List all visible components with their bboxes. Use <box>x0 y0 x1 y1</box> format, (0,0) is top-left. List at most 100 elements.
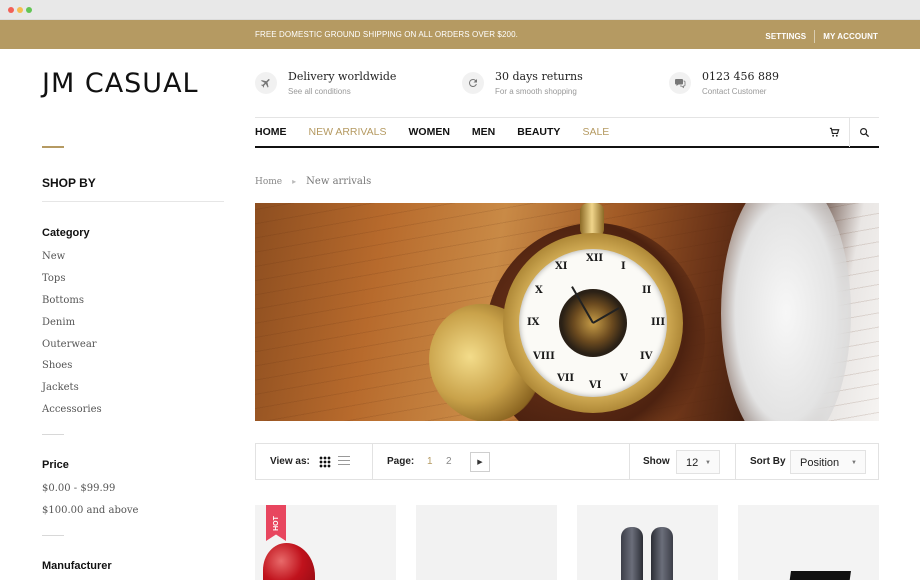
price-list: $0.00 - $99.99 $100.00 and above <box>42 483 138 527</box>
plane-icon <box>255 72 277 94</box>
close-window-dot[interactable] <box>8 7 14 13</box>
category-item-tops[interactable]: Tops <box>42 273 102 295</box>
category-banner-image: XII III VI IX I II IV V VII VIII X XI <box>255 203 879 421</box>
category-item-jackets[interactable]: Jackets <box>42 382 102 404</box>
feature-contact: 0123 456 889 Contact Customer <box>669 70 779 96</box>
product-image <box>416 505 557 580</box>
feature-delivery: Delivery worldwide See all conditions <box>255 70 396 96</box>
watch-numeral: VII <box>557 373 575 384</box>
manufacturer-heading: Manufacturer <box>42 560 112 572</box>
feature-returns: 30 days returns For a smooth shopping <box>462 70 583 96</box>
show-per-page-select[interactable]: 12 ▼ <box>676 450 720 474</box>
search-icon[interactable] <box>849 117 879 147</box>
nav-item-new-arrivals[interactable]: NEW ARRIVALS <box>309 126 387 138</box>
breadcrumb: Home ▸ New arrivals <box>255 176 371 187</box>
top-bar: FREE DOMESTIC GROUND SHIPPING ON ALL ORD… <box>0 20 920 49</box>
watch-numeral: XI <box>555 261 568 272</box>
nav-item-women[interactable]: WOMEN <box>409 126 450 138</box>
watch-numeral: III <box>651 317 666 328</box>
product-toolbar: View as: Page: 1 2 ▶ Show 12 ▼ Sort By P… <box>255 443 879 480</box>
breadcrumb-current: New arrivals <box>306 176 372 187</box>
category-list: New Tops Bottoms Denim Outerwear Shoes J… <box>42 251 102 426</box>
product-image <box>789 571 851 580</box>
product-card[interactable] <box>577 505 718 580</box>
feature-title: 30 days returns <box>495 70 583 83</box>
category-heading: Category <box>42 227 90 239</box>
page-link-2[interactable]: 2 <box>446 456 452 467</box>
watch-numeral: I <box>621 261 626 272</box>
feature-title: 0123 456 889 <box>702 70 779 83</box>
main-nav: HOME NEW ARRIVALS WOMEN MEN BEAUTY SALE <box>255 117 879 148</box>
page-label: Page: <box>387 456 415 467</box>
watch-numeral: X <box>535 285 543 296</box>
feature-subtitle: For a smooth shopping <box>495 87 577 96</box>
category-item-bottoms[interactable]: Bottoms <box>42 295 102 317</box>
refresh-icon <box>462 72 484 94</box>
watch-numeral: IV <box>640 351 653 362</box>
shop-by-divider <box>42 201 224 202</box>
chevron-right-icon: ▸ <box>292 177 297 186</box>
price-divider <box>42 535 64 536</box>
next-page-button[interactable]: ▶ <box>470 452 490 472</box>
browser-chrome <box>0 0 920 20</box>
category-item-new[interactable]: New <box>42 251 102 273</box>
top-links: SETTINGS MY ACCOUNT <box>765 30 878 43</box>
shop-by-heading: SHOP BY <box>42 176 96 190</box>
banner-hourglass <box>721 203 851 421</box>
watch-numeral: II <box>642 285 652 296</box>
chevron-down-icon: ▼ <box>705 460 711 466</box>
nav-item-home[interactable]: HOME <box>255 126 287 138</box>
settings-link[interactable]: SETTINGS <box>765 32 806 41</box>
nav-item-beauty[interactable]: BEAUTY <box>517 126 560 138</box>
show-label: Show <box>643 456 670 467</box>
sidebar-accent-divider <box>42 146 64 148</box>
watch-numeral: IX <box>527 317 540 328</box>
toolbar-divider <box>735 444 736 479</box>
site-logo[interactable]: JM CASUAL <box>42 68 199 99</box>
view-as-label: View as: <box>270 456 310 467</box>
price-heading: Price <box>42 459 69 471</box>
minimize-window-dot[interactable] <box>17 7 23 13</box>
chevron-down-icon: ▼ <box>851 460 857 466</box>
maximize-window-dot[interactable] <box>26 7 32 13</box>
toolbar-divider <box>372 444 373 479</box>
sort-by-select[interactable]: Position ▼ <box>790 450 866 474</box>
category-divider <box>42 434 64 435</box>
feature-subtitle[interactable]: Contact Customer <box>702 87 779 96</box>
product-image <box>621 527 643 580</box>
product-image <box>651 527 673 580</box>
watch-numeral: XII <box>586 253 604 264</box>
top-links-divider <box>814 30 816 43</box>
nav-item-sale[interactable]: SALE <box>582 126 609 138</box>
sort-by-value: Position <box>800 457 840 469</box>
product-card[interactable] <box>738 505 879 580</box>
watch-numeral: VI <box>589 380 602 391</box>
category-item-shoes[interactable]: Shoes <box>42 360 102 382</box>
list-view-icon[interactable] <box>338 456 350 468</box>
show-per-page-value: 12 <box>686 457 699 469</box>
sort-by-label: Sort By <box>750 456 786 467</box>
product-image <box>263 543 315 580</box>
chat-icon <box>669 72 691 94</box>
price-range-low[interactable]: $0.00 - $99.99 <box>42 483 138 505</box>
watch-numeral: V <box>620 373 628 384</box>
feature-title: Delivery worldwide <box>288 70 397 83</box>
nav-item-men[interactable]: MEN <box>472 126 495 138</box>
watch-numeral: VIII <box>533 351 555 362</box>
nav-actions <box>819 117 879 148</box>
category-item-accessories[interactable]: Accessories <box>42 404 102 426</box>
breadcrumb-home-link[interactable]: Home <box>255 177 282 187</box>
banner-watch-crown <box>580 203 604 237</box>
price-range-high[interactable]: $100.00 and above <box>42 505 138 527</box>
cart-icon[interactable] <box>819 117 849 147</box>
product-card[interactable] <box>416 505 557 580</box>
grid-view-icon[interactable] <box>319 456 331 468</box>
my-account-link[interactable]: MY ACCOUNT <box>823 32 878 41</box>
product-card[interactable]: HOT <box>255 505 396 580</box>
category-item-outerwear[interactable]: Outerwear <box>42 339 102 361</box>
page-link-1[interactable]: 1 <box>427 456 433 467</box>
feature-subtitle[interactable]: See all conditions <box>288 87 396 96</box>
shipping-promo: FREE DOMESTIC GROUND SHIPPING ON ALL ORD… <box>255 30 518 39</box>
category-item-denim[interactable]: Denim <box>42 317 102 339</box>
toolbar-divider <box>629 444 630 479</box>
